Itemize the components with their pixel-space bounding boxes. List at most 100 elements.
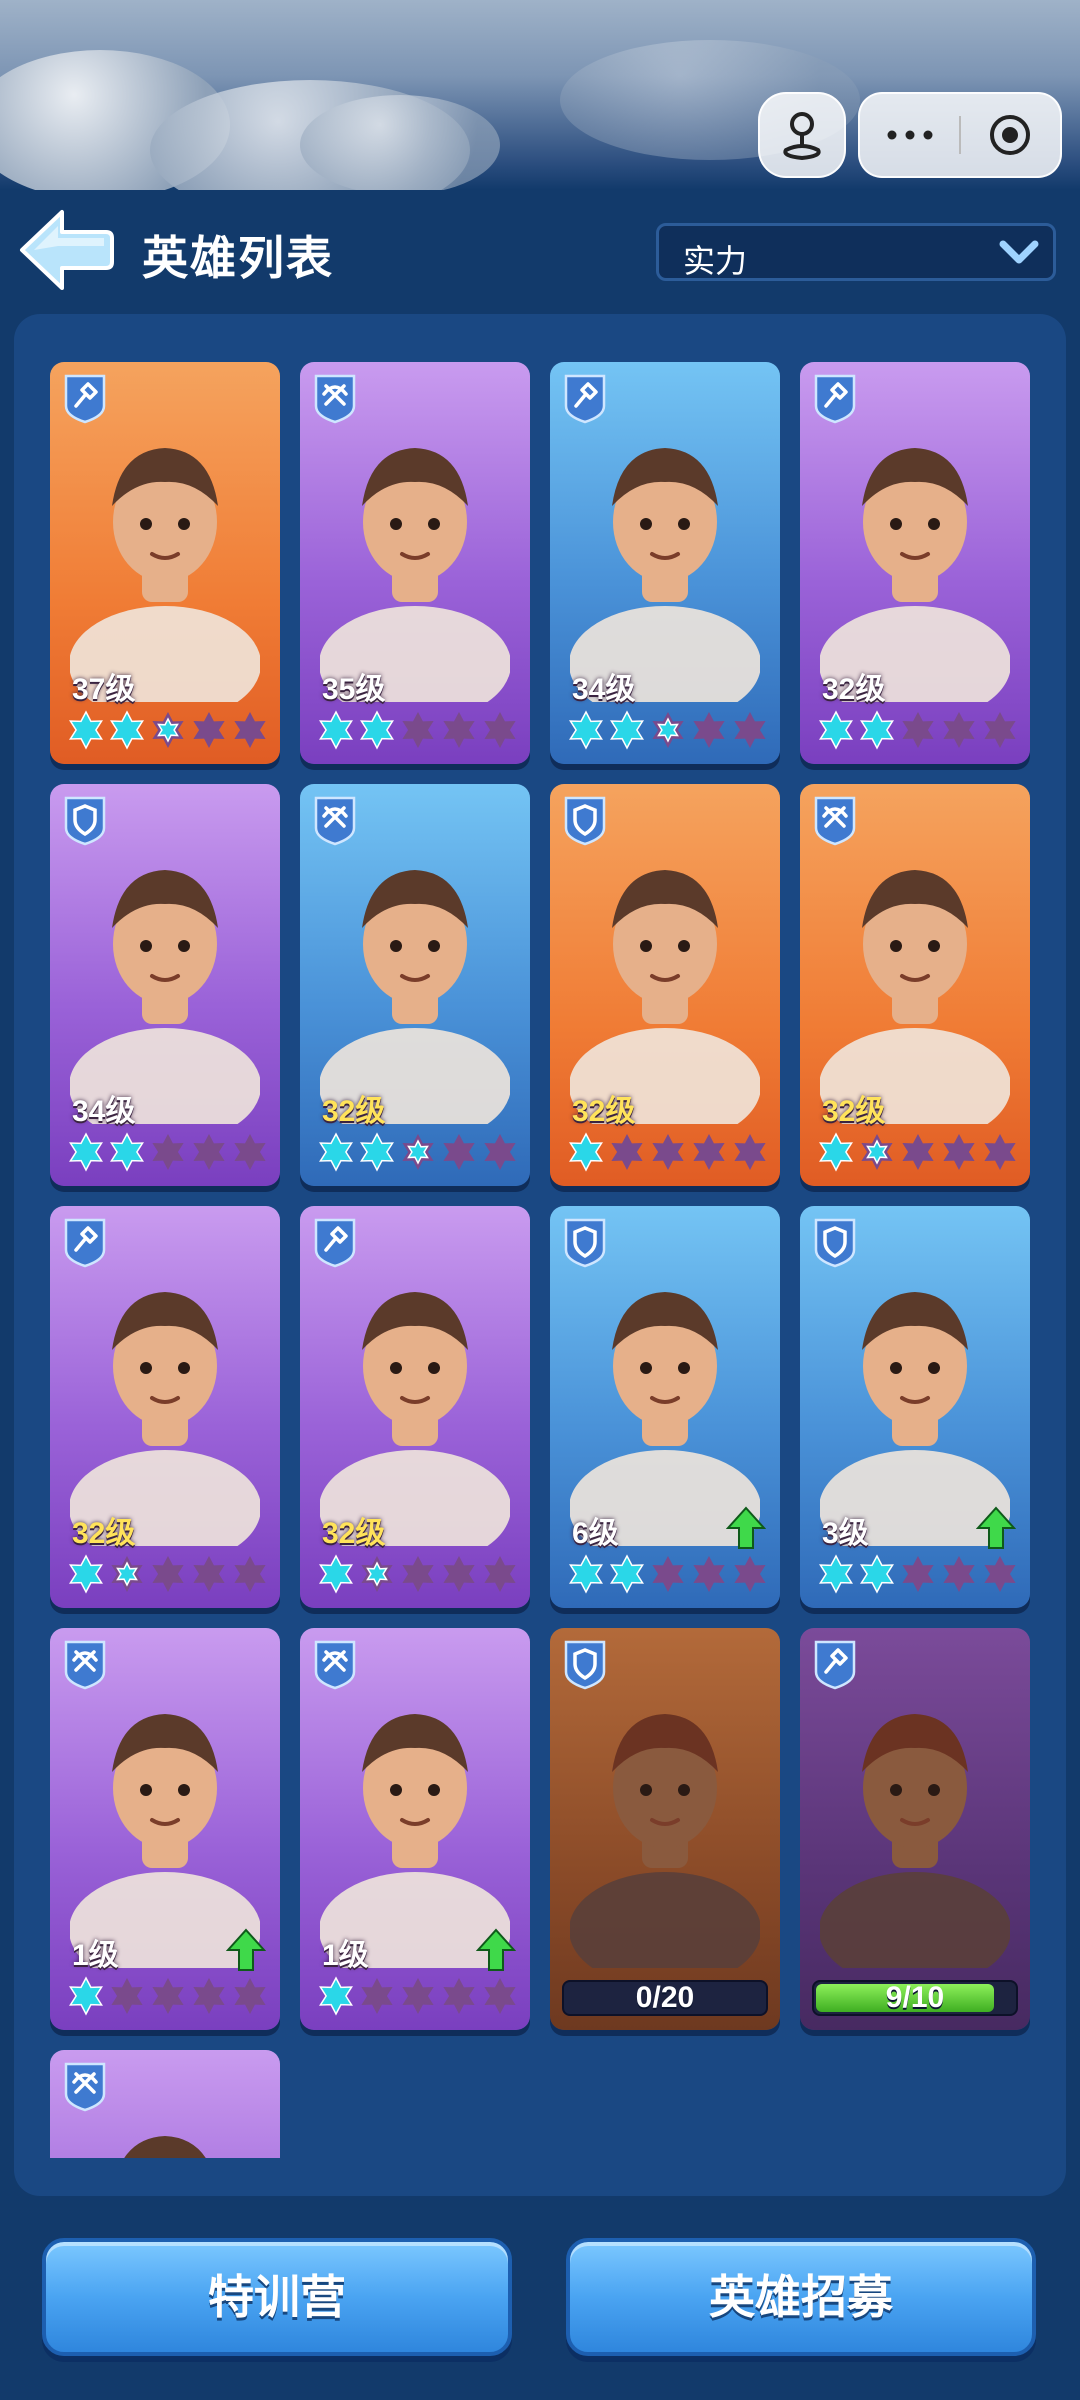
shield-class-icon xyxy=(62,794,108,846)
star-icon xyxy=(360,710,394,750)
star-icon xyxy=(402,1556,434,1592)
hero-card[interactable]: 3级 xyxy=(800,1206,1030,1608)
hero-recruit-button[interactable]: 英雄招募 xyxy=(566,2238,1036,2356)
star-icon xyxy=(152,1978,184,2014)
hero-star-rating xyxy=(66,1976,270,2016)
hero-card[interactable]: 34级 xyxy=(550,362,780,764)
hero-portrait xyxy=(819,402,1011,722)
hero-grid[interactable]: 37级 35级 34级 32级 34级 32级 32级 32级 32级 32级 6级 3级 1级 1级 0/… xyxy=(14,314,1066,2158)
hero-portrait xyxy=(319,402,511,722)
hero-level: 32级 xyxy=(322,1095,386,1128)
hero-portrait xyxy=(819,824,1011,1144)
hero-portrait xyxy=(69,1668,261,1988)
hero-star-rating xyxy=(66,710,270,750)
hero-portrait xyxy=(569,402,761,722)
hero-card[interactable]: 1级 xyxy=(50,1628,280,2030)
sort-dropdown[interactable]: 实力 xyxy=(656,223,1056,281)
star-icon xyxy=(861,1134,893,1170)
hero-level: 1级 xyxy=(72,1939,119,1972)
star-icon xyxy=(319,1976,353,2016)
hero-card[interactable]: 32级 xyxy=(300,784,530,1186)
star-icon xyxy=(152,1556,184,1592)
hero-level: 6级 xyxy=(572,1517,619,1550)
avatar-button[interactable] xyxy=(758,92,846,178)
hero-star-rating xyxy=(566,1132,770,1172)
star-icon xyxy=(569,710,603,750)
hero-star-rating xyxy=(816,710,1020,750)
capsule-menu xyxy=(858,92,1062,178)
star-icon xyxy=(234,1978,266,2014)
star-icon xyxy=(652,712,684,748)
star-icon xyxy=(110,710,144,750)
crossbow-class-icon xyxy=(812,794,858,846)
hero-card[interactable]: 32级 xyxy=(50,1206,280,1608)
hero-card[interactable]: 34级 xyxy=(50,784,280,1186)
page-title: 英雄列表 xyxy=(142,232,334,284)
training-camp-button[interactable]: 特训营 xyxy=(42,2238,512,2356)
star-icon xyxy=(611,1134,643,1170)
hero-card[interactable]: 0/20 xyxy=(550,1628,780,2030)
hero-level: 3级 xyxy=(822,1517,869,1550)
star-icon xyxy=(734,712,766,748)
star-icon xyxy=(234,1556,266,1592)
more-button[interactable] xyxy=(860,94,960,176)
star-icon xyxy=(610,710,644,750)
hero-card[interactable]: 37级 xyxy=(50,362,280,764)
star-icon xyxy=(69,1132,103,1172)
upgrade-arrow-icon xyxy=(725,1506,767,1550)
hero-card[interactable]: 35级 xyxy=(300,362,530,764)
hero-portrait xyxy=(319,1668,511,1988)
hero-portrait xyxy=(319,1246,511,1566)
shard-progress-bar: 0/20 xyxy=(562,1980,768,2016)
upgrade-arrow-icon xyxy=(975,1506,1017,1550)
hero-portrait xyxy=(819,1246,1011,1566)
star-icon xyxy=(443,1556,475,1592)
star-icon xyxy=(234,712,266,748)
hero-card[interactable]: 6级 xyxy=(550,1206,780,1608)
star-icon xyxy=(484,1134,516,1170)
shovel-class-icon xyxy=(812,1638,858,1690)
hero-card[interactable] xyxy=(50,2050,280,2158)
hero-card[interactable]: 32级 xyxy=(800,362,1030,764)
close-button[interactable] xyxy=(960,94,1060,176)
shield-class-icon xyxy=(562,794,608,846)
hero-card[interactable]: 32级 xyxy=(300,1206,530,1608)
star-icon xyxy=(443,1978,475,2014)
star-icon xyxy=(193,1978,225,2014)
hero-card[interactable]: 1级 xyxy=(300,1628,530,2030)
hero-star-rating xyxy=(66,1554,270,1594)
hero-star-rating xyxy=(816,1554,1020,1594)
star-icon xyxy=(402,712,434,748)
hero-portrait xyxy=(69,1246,261,1566)
hero-level: 37级 xyxy=(72,673,136,706)
star-icon xyxy=(984,1134,1016,1170)
star-icon xyxy=(152,1134,184,1170)
hero-star-rating xyxy=(566,1554,770,1594)
sort-selected-label: 实力 xyxy=(683,243,748,279)
crossbow-class-icon xyxy=(312,794,358,846)
hero-portrait xyxy=(69,402,261,722)
star-icon xyxy=(360,1132,394,1172)
hero-portrait xyxy=(569,824,761,1144)
upgrade-arrow-icon xyxy=(225,1928,267,1972)
star-icon xyxy=(234,1134,266,1170)
hero-recruit-label: 英雄招募 xyxy=(709,2271,893,2323)
star-icon xyxy=(111,1978,143,2014)
star-icon xyxy=(69,1976,103,2016)
back-button[interactable] xyxy=(14,206,114,294)
hero-card[interactable]: 9/10 xyxy=(800,1628,1030,2030)
user-icon xyxy=(783,112,821,161)
star-icon xyxy=(984,1556,1016,1592)
hero-card[interactable]: 32级 xyxy=(550,784,780,1186)
shovel-class-icon xyxy=(562,372,608,424)
shield-class-icon xyxy=(812,1216,858,1268)
star-icon xyxy=(819,1554,853,1594)
hero-star-rating xyxy=(66,1132,270,1172)
star-icon xyxy=(569,1132,603,1172)
star-icon xyxy=(693,1134,725,1170)
star-icon xyxy=(860,1554,894,1594)
hero-level: 32级 xyxy=(572,1095,636,1128)
hero-level: 32级 xyxy=(822,1095,886,1128)
hero-card[interactable]: 32级 xyxy=(800,784,1030,1186)
star-icon xyxy=(193,712,225,748)
